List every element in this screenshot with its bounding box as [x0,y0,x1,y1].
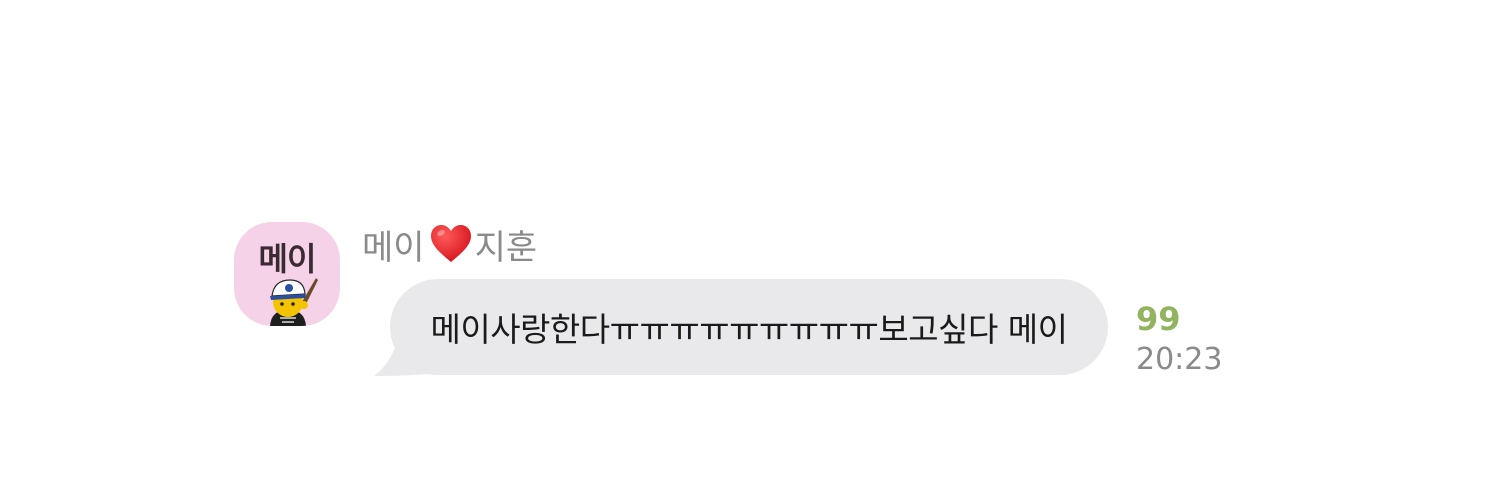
chat-message-row: 메이 메이 지훈 메이사랑한다ㅠㅠㅠㅠㅠㅠㅠㅠㅠ보고싶다 메이 99 20:23 [0,0,1500,500]
sender-avatar[interactable]: 메이 [234,222,340,326]
character-with-cap-icon [270,278,318,326]
sender-name-second: 지훈 [474,227,538,268]
message-bubble[interactable]: 메이사랑한다ㅠㅠㅠㅠㅠㅠㅠㅠㅠ보고싶다 메이 [390,279,1108,375]
sender-name-first: 메이 [362,227,425,268]
unread-count: 99 [1136,300,1181,338]
message-text: 메이사랑한다ㅠㅠㅠㅠㅠㅠㅠㅠㅠ보고싶다 메이 [430,310,1068,349]
message-timestamp: 20:23 [1136,342,1223,377]
red-heart-icon [430,225,471,262]
sender-name: 메이 지훈 [362,222,538,268]
